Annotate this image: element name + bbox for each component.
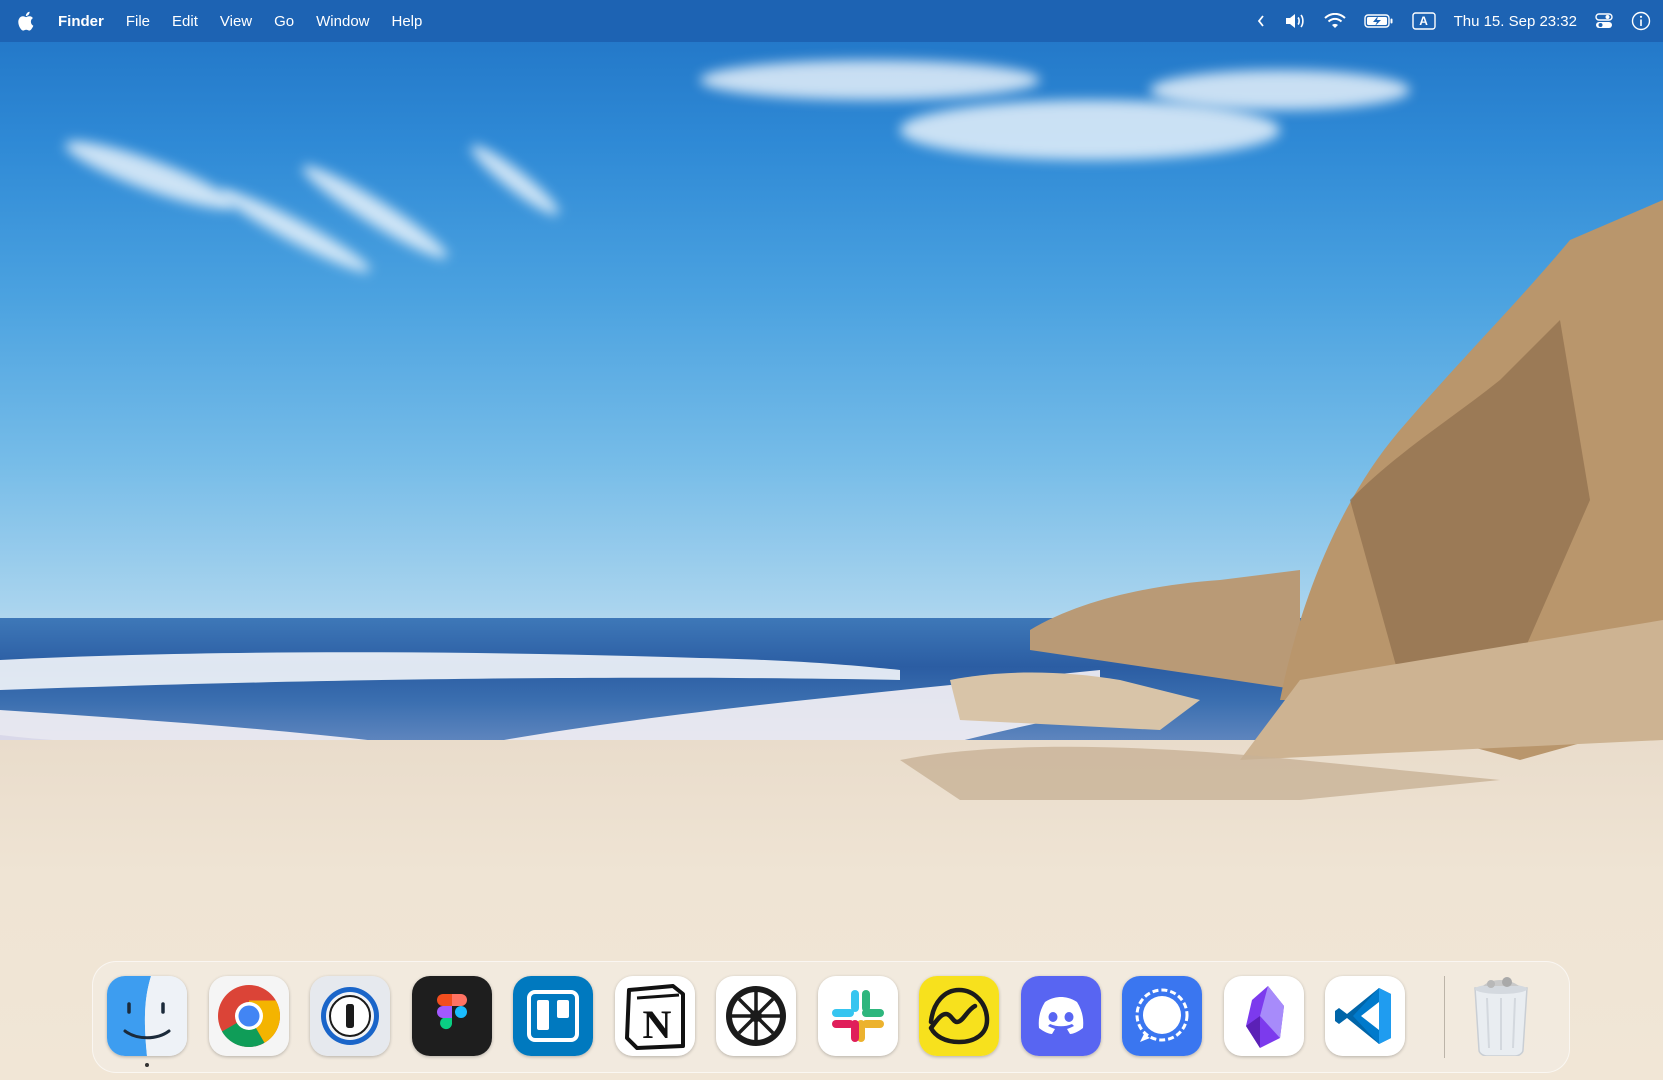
1password-icon[interactable]	[310, 976, 390, 1056]
status-menu-extras: N A Thu 15. Sep 23:32	[1256, 0, 1651, 42]
finder-icon[interactable]	[107, 976, 187, 1056]
trello-icon[interactable]	[513, 976, 593, 1056]
vscode-icon[interactable]	[1325, 976, 1405, 1056]
roam-icon[interactable]	[716, 976, 796, 1056]
notion-icon[interactable]: N	[615, 976, 695, 1056]
signal-icon[interactable]	[1122, 976, 1202, 1056]
apple-logo-icon[interactable]	[18, 10, 38, 32]
input-source-icon[interactable]: N A	[1411, 0, 1436, 42]
running-indicator	[145, 1063, 149, 1067]
chevron-left-icon[interactable]	[1256, 0, 1266, 42]
dock: N	[92, 961, 1570, 1073]
wallpaper-cliffs	[900, 200, 1663, 800]
wallpaper-cloud	[700, 60, 1040, 100]
menu-help[interactable]: Help	[392, 13, 423, 30]
menu-clock[interactable]: Thu 15. Sep 23:32	[1454, 13, 1577, 30]
discord-icon[interactable]	[1021, 976, 1101, 1056]
menu-go[interactable]: Go	[274, 13, 294, 30]
menu-app-finder[interactable]: Finder	[58, 13, 104, 30]
slack-icon[interactable]	[818, 976, 898, 1056]
obsidian-icon[interactable]	[1224, 976, 1304, 1056]
menu-file[interactable]: File	[126, 13, 150, 30]
basecamp-icon[interactable]	[919, 976, 999, 1056]
desktop-wallpaper	[0, 0, 1663, 1080]
trash-icon[interactable]	[1461, 976, 1541, 1056]
info-icon[interactable]	[1631, 0, 1651, 42]
control-center-icon[interactable]	[1595, 0, 1613, 42]
dock-separator	[1444, 976, 1445, 1058]
menu-edit[interactable]: Edit	[172, 13, 198, 30]
wallpaper-cloud	[900, 100, 1280, 160]
notion-letter: N	[643, 1002, 672, 1047]
menu-window[interactable]: Window	[316, 13, 369, 30]
figma-icon[interactable]	[412, 976, 492, 1056]
volume-icon[interactable]	[1284, 0, 1306, 42]
wifi-icon[interactable]	[1323, 0, 1346, 42]
menu-view[interactable]: View	[220, 13, 252, 30]
chrome-icon[interactable]	[209, 976, 289, 1056]
wallpaper-cloud	[1150, 70, 1410, 110]
input-source-label: A	[1419, 14, 1428, 28]
menu-bar: Finder File Edit View Go Window Help A T…	[0, 0, 1663, 42]
battery-charging-icon[interactable]	[1363, 0, 1394, 42]
